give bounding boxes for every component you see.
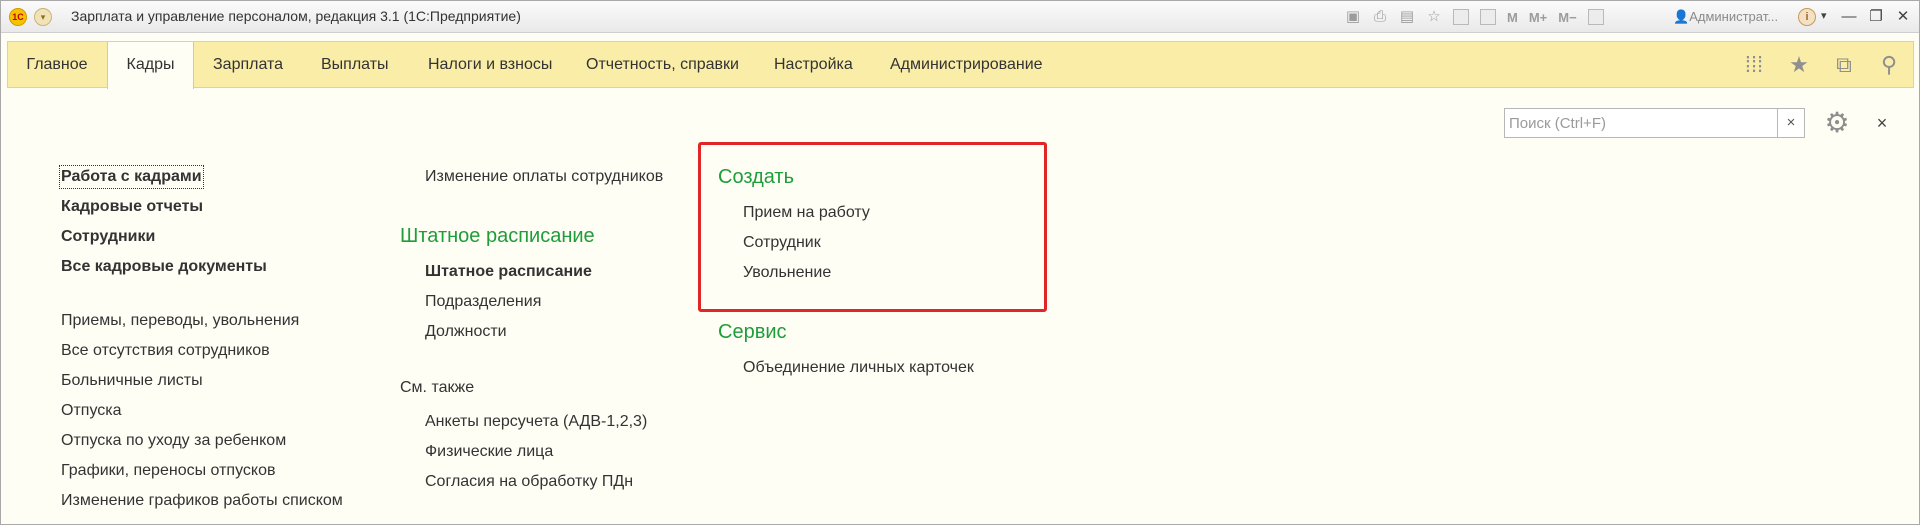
link-sick-leaves[interactable]: Больничные листы — [61, 371, 203, 391]
info-icon[interactable]: i — [1798, 8, 1816, 26]
print-icon[interactable]: ⎙ — [1370, 7, 1390, 27]
memory-m-button[interactable]: M — [1505, 10, 1520, 25]
link-employees[interactable]: Сотрудники — [61, 227, 155, 247]
link-data-consents[interactable]: Согласия на обработку ПДн — [425, 472, 633, 492]
link-staffing-table[interactable]: Штатное расписание — [425, 262, 592, 282]
info-dropdown-icon[interactable]: ▾ — [1821, 9, 1827, 22]
calculator-icon[interactable] — [1480, 9, 1496, 25]
app-logo-icon[interactable]: 1С — [9, 8, 27, 26]
memory-minus-button[interactable]: M− — [1556, 10, 1578, 25]
section-hr[interactable]: Кадры — [107, 42, 194, 89]
title-bar: 1С ▾ Зарплата и управление персоналом, р… — [1, 1, 1919, 33]
save-icon[interactable]: ▣ — [1343, 7, 1363, 27]
link-all-hr-documents[interactable]: Все кадровые документы — [61, 257, 267, 277]
main-menu-icon[interactable]: ▾ — [34, 8, 52, 26]
group-title-see-also: См. также — [400, 379, 475, 396]
link-create-employee[interactable]: Сотрудник — [743, 233, 821, 253]
user-name[interactable]: 👤Администрат... — [1673, 9, 1778, 25]
link-vacation-schedules[interactable]: Графики, переносы отпусков — [61, 461, 275, 481]
search-clear-button[interactable]: × — [1778, 108, 1805, 138]
title-toolbar: ▣ ⎙ ▤ ☆ M M+ M− — [1343, 7, 1606, 27]
section-taxes[interactable]: Налоги и взносы — [428, 42, 552, 87]
link-pay-changes[interactable]: Изменение оплаты сотрудников — [425, 167, 663, 187]
section-payments[interactable]: Выплаты — [321, 42, 389, 87]
settings-gear-icon[interactable]: ⚙ — [1819, 105, 1855, 141]
section-main[interactable]: Главное — [8, 42, 106, 87]
link-hires-transfers[interactable]: Приемы, переводы, увольнения — [61, 311, 299, 331]
group-title-staffing: Штатное расписание — [400, 225, 595, 247]
link-individuals[interactable]: Физические лица — [425, 442, 553, 462]
apps-grid-icon[interactable]: ⁞⁞⁞ — [1740, 51, 1768, 79]
link-hr-reports[interactable]: Кадровые отчеты — [61, 197, 203, 217]
link-departments[interactable]: Подразделения — [425, 292, 541, 312]
link-work-schedule-changes[interactable]: Изменение графиков работы списком — [61, 491, 343, 511]
link-create-dismissal[interactable]: Увольнение — [743, 263, 831, 283]
favorites-star-icon[interactable]: ★ — [1785, 51, 1813, 79]
link-adv-forms[interactable]: Анкеты персучета (АДВ-1,2,3) — [425, 412, 647, 432]
favorite-icon[interactable]: ☆ — [1424, 7, 1444, 27]
group-title-create: Создать — [718, 166, 795, 188]
search-icon[interactable]: ⚲ — [1875, 51, 1903, 79]
section-salary[interactable]: Зарплата — [213, 42, 283, 87]
link-merge-personal-cards[interactable]: Объединение личных карточек — [743, 358, 974, 378]
link-absences[interactable]: Все отсутствия сотрудников — [61, 341, 270, 361]
history-icon[interactable]: ⧉ — [1830, 51, 1858, 79]
calendar-icon[interactable] — [1453, 9, 1469, 25]
user-icon: 👤 — [1673, 9, 1690, 24]
panels-icon[interactable] — [1587, 9, 1604, 25]
close-section-button[interactable]: × — [1870, 111, 1894, 135]
window-title: Зарплата и управление персоналом, редакц… — [71, 8, 521, 24]
section-admin[interactable]: Администрирование — [890, 42, 1043, 87]
sections-panel: Главное Кадры Зарплата Выплаты Налоги и … — [7, 41, 1914, 89]
preview-icon[interactable]: ▤ — [1397, 7, 1417, 27]
group-title-service: Сервис — [718, 321, 787, 343]
link-hr-work[interactable]: Работа с кадрами — [59, 165, 204, 189]
memory-plus-button[interactable]: M+ — [1527, 10, 1549, 25]
user-label: Администрат... — [1689, 9, 1779, 24]
app-window: 1С ▾ Зарплата и управление персоналом, р… — [0, 0, 1920, 525]
section-settings[interactable]: Настройка — [774, 42, 853, 87]
minimize-icon[interactable]: — — [1839, 7, 1859, 27]
section-reports[interactable]: Отчетность, справки — [586, 42, 739, 87]
window-close-icon[interactable]: ✕ — [1893, 7, 1913, 27]
search-input[interactable]: Поиск (Ctrl+F) — [1504, 108, 1778, 138]
link-parental-leave[interactable]: Отпуска по уходу за ребенком — [61, 431, 286, 451]
link-positions[interactable]: Должности — [425, 322, 507, 342]
link-vacations[interactable]: Отпуска — [61, 401, 122, 421]
link-create-hire[interactable]: Прием на работу — [743, 203, 870, 223]
restore-icon[interactable]: ❐ — [1866, 7, 1886, 27]
